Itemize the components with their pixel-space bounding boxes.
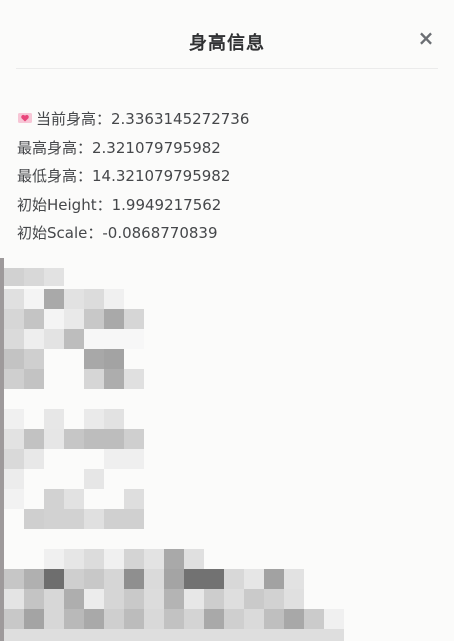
current-height-row: 当前身高：2.3363145272736: [17, 105, 437, 134]
initial-scale-text: 初始Scale：-0.0868770839: [17, 224, 218, 242]
dialog-header: 身高信息 ×: [16, 0, 438, 69]
close-icon[interactable]: ×: [416, 28, 436, 48]
heart-letter-icon: [18, 113, 32, 123]
height-info-dialog: 身高信息 × 当前身高：2.3363145272736 最高身高：2.32107…: [0, 0, 454, 641]
min-height-text: 最低身高：14.321079795982: [17, 167, 231, 185]
dialog-body: 当前身高：2.3363145272736 最高身高：2.321079795982…: [17, 105, 437, 248]
current-height-text: 当前身高：2.3363145272736: [36, 110, 250, 128]
initial-height-text: 初始Height：1.9949217562: [17, 195, 222, 214]
dialog-title: 身高信息: [189, 33, 265, 54]
pixelated-image: [4, 268, 344, 641]
max-height-text: 最高身高：2.321079795982: [17, 138, 221, 157]
